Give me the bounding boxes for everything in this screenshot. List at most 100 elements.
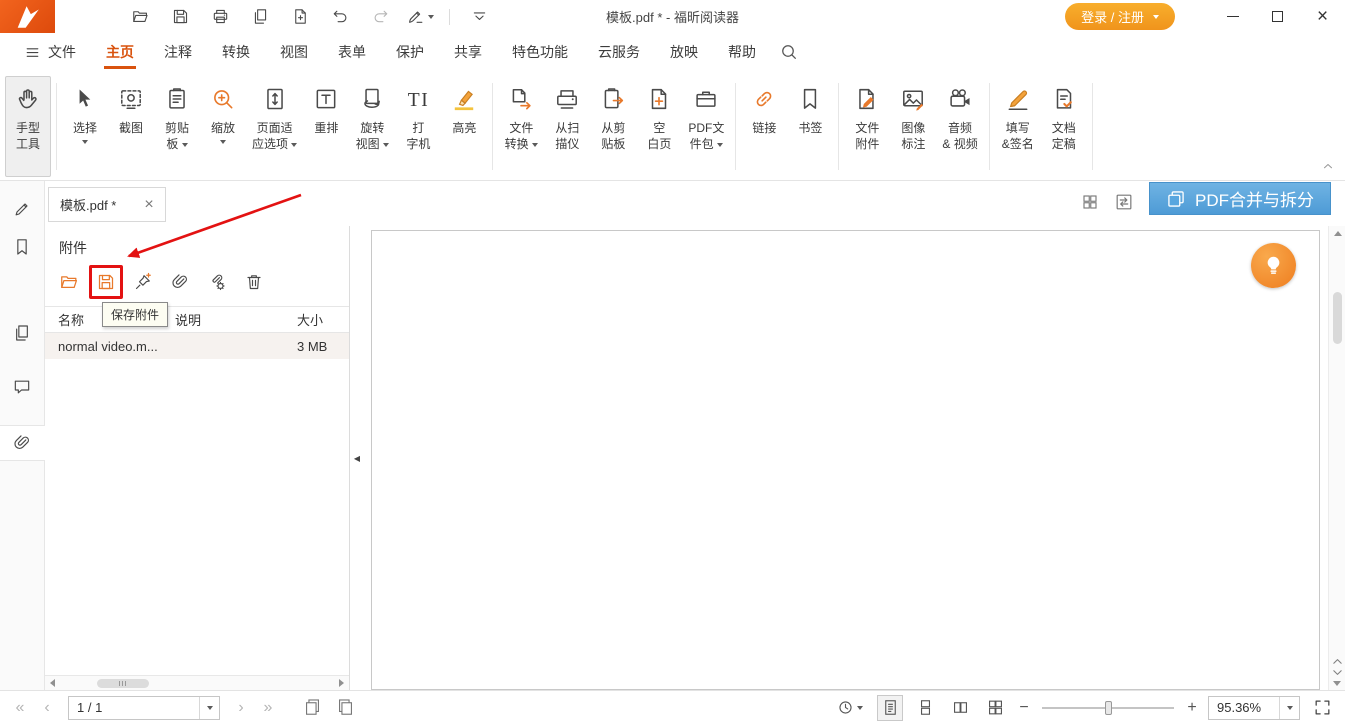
menu-tab-cloud[interactable]: 云服务	[583, 33, 655, 71]
zoom-slider[interactable]	[1042, 707, 1174, 709]
attachment-settings-button[interactable]	[205, 270, 229, 294]
ribbon-rotate-view-button[interactable]: 旋转视图	[349, 76, 395, 177]
ribbon-fill-sign-button[interactable]: 填写&签名	[995, 76, 1041, 177]
ribbon-zoom-button[interactable]: 缩放	[200, 76, 246, 177]
quad-view-button[interactable]	[982, 695, 1008, 721]
document-tab[interactable]: 模板.pdf * ×	[48, 187, 166, 222]
menu-tab-features[interactable]: 特色功能	[497, 33, 583, 71]
ribbon-blank-page-button[interactable]: 空白页	[636, 76, 682, 177]
close-button[interactable]: ×	[1300, 0, 1345, 33]
scroll-up-arrow[interactable]	[1334, 231, 1342, 236]
save-file-button[interactable]	[163, 4, 197, 30]
ribbon-page-fit-options-button[interactable]: 页面适应选项	[246, 76, 303, 177]
menu-tab-slideshow[interactable]: 放映	[655, 33, 713, 71]
ribbon-reflow-button[interactable]: 重排	[303, 76, 349, 177]
menu-tab-view[interactable]: 视图	[265, 33, 323, 71]
vertical-scrollbar[interactable]	[1328, 226, 1345, 690]
first-page-button[interactable]: «	[10, 699, 30, 717]
ribbon-link-button[interactable]: 链接	[741, 76, 787, 177]
menu-tab-home[interactable]: 主页	[91, 33, 149, 71]
column-size[interactable]: 大小	[291, 310, 349, 329]
ribbon-audio-video-button[interactable]: 音频& 视频	[936, 76, 983, 177]
previous-page-scroll-button[interactable]	[1332, 657, 1343, 665]
menu-tab-protect[interactable]: 保护	[381, 33, 439, 71]
sidebar-pages-panel-button[interactable]	[0, 315, 45, 351]
add-attachment-button[interactable]	[131, 270, 155, 294]
print-button[interactable]	[203, 4, 237, 30]
ribbon-typewriter-button[interactable]: TI打字机	[395, 76, 441, 177]
pdf-page[interactable]	[371, 230, 1320, 690]
horizontal-scrollbar-thumb[interactable]	[97, 679, 149, 688]
ribbon-bookmark-button[interactable]: 书签	[787, 76, 833, 177]
ribbon-from-scanner-button[interactable]: 从扫描仪	[544, 76, 590, 177]
facing-view-button[interactable]	[947, 695, 973, 721]
maximize-button[interactable]	[1255, 0, 1300, 33]
switch-tabs-icon[interactable]	[1114, 192, 1134, 212]
panel-collapse-handle[interactable]: ◀	[351, 438, 363, 478]
copy-page-button[interactable]	[243, 4, 277, 30]
vertical-scrollbar-thumb[interactable]	[1333, 292, 1342, 344]
last-page-button[interactable]: »	[258, 699, 278, 717]
menu-tab-convert[interactable]: 转换	[207, 33, 265, 71]
menu-tab-file[interactable]: 文件	[10, 33, 91, 71]
scroll-down-arrow[interactable]	[1333, 681, 1341, 686]
panel-horizontal-scrollbar[interactable]	[45, 675, 349, 690]
zoom-level-combo[interactable]: 95.36%	[1208, 696, 1300, 720]
foxit-logo-icon[interactable]	[0, 0, 55, 33]
sidebar-annotate-tools-button[interactable]	[0, 191, 45, 227]
sidebar-bookmarks-panel-button[interactable]	[0, 229, 45, 265]
new-document-button[interactable]	[283, 4, 317, 30]
fullscreen-button[interactable]	[1309, 695, 1335, 721]
ribbon-document-finalize-button[interactable]: 文档定稿	[1041, 76, 1087, 177]
minimize-button[interactable]	[1210, 0, 1255, 33]
undo-button[interactable]	[323, 4, 357, 30]
assistant-lightbulb-button[interactable]	[1251, 243, 1296, 288]
next-page-scroll-button[interactable]	[1332, 669, 1343, 677]
column-description[interactable]: 说明	[165, 310, 291, 329]
zoom-combo-caret-icon[interactable]	[1279, 697, 1299, 719]
ribbon-snapshot-button[interactable]: 截图	[108, 76, 154, 177]
continuous-view-button[interactable]	[912, 695, 938, 721]
collapse-toolbar-button[interactable]	[462, 4, 496, 30]
menu-tab-comment[interactable]: 注释	[149, 33, 207, 71]
save-attachment-button[interactable]	[94, 270, 118, 294]
single-page-view-button[interactable]	[877, 695, 903, 721]
menu-tab-help[interactable]: 帮助	[713, 33, 771, 71]
open-attachment-button[interactable]	[57, 270, 81, 294]
scroll-right-arrow[interactable]	[339, 679, 344, 687]
grid-view-icon[interactable]	[1081, 193, 1099, 211]
ribbon-from-clipboard-button[interactable]: 从剪贴板	[590, 76, 636, 177]
open-file-button[interactable]	[123, 4, 157, 30]
collapse-ribbon-button[interactable]	[1321, 159, 1335, 173]
ribbon-highlight-button[interactable]: 高亮	[441, 76, 487, 177]
ribbon-select-tool-button[interactable]: 选择	[62, 76, 108, 177]
ribbon-file-convert-button[interactable]: 文件转换	[498, 76, 544, 177]
page-number-combo[interactable]: 1 / 1	[68, 696, 220, 720]
signature-tool-button[interactable]	[403, 4, 437, 30]
ribbon-file-attachment-button[interactable]: 文件附件	[844, 76, 890, 177]
zoom-out-button[interactable]: −	[1017, 699, 1031, 717]
sidebar-attachments-panel-button[interactable]	[0, 425, 45, 461]
delete-attachment-button[interactable]	[242, 270, 266, 294]
ribbon-clipboard-button[interactable]: 剪贴板	[154, 76, 200, 177]
ribbon-hand-tool-button[interactable]: 手型工具	[5, 76, 51, 177]
zoom-slider-thumb[interactable]	[1105, 701, 1112, 715]
next-view-button[interactable]	[332, 695, 358, 721]
zoom-in-button[interactable]: +	[1185, 699, 1199, 717]
next-page-button[interactable]: ›	[231, 699, 251, 717]
ribbon-pdf-package-button[interactable]: PDF文件包	[682, 76, 730, 177]
attach-file-button[interactable]	[168, 270, 192, 294]
auto-scroll-button[interactable]	[830, 695, 868, 721]
menu-tab-share[interactable]: 共享	[439, 33, 497, 71]
sidebar-comments-panel-button[interactable]	[0, 369, 45, 405]
scroll-left-arrow[interactable]	[50, 679, 55, 687]
redo-button[interactable]	[363, 4, 397, 30]
ribbon-image-annotation-button[interactable]: 图像标注	[890, 76, 936, 177]
pdf-merge-split-button[interactable]: PDF合并与拆分	[1149, 182, 1331, 215]
attachment-row[interactable]: normal video.m...3 MB	[45, 333, 349, 359]
previous-view-button[interactable]	[299, 695, 325, 721]
menu-tab-form[interactable]: 表单	[323, 33, 381, 71]
login-register-button[interactable]: 登录 / 注册	[1065, 3, 1175, 30]
page-combo-caret-icon[interactable]	[199, 697, 219, 719]
tab-close-button[interactable]: ×	[144, 197, 153, 213]
